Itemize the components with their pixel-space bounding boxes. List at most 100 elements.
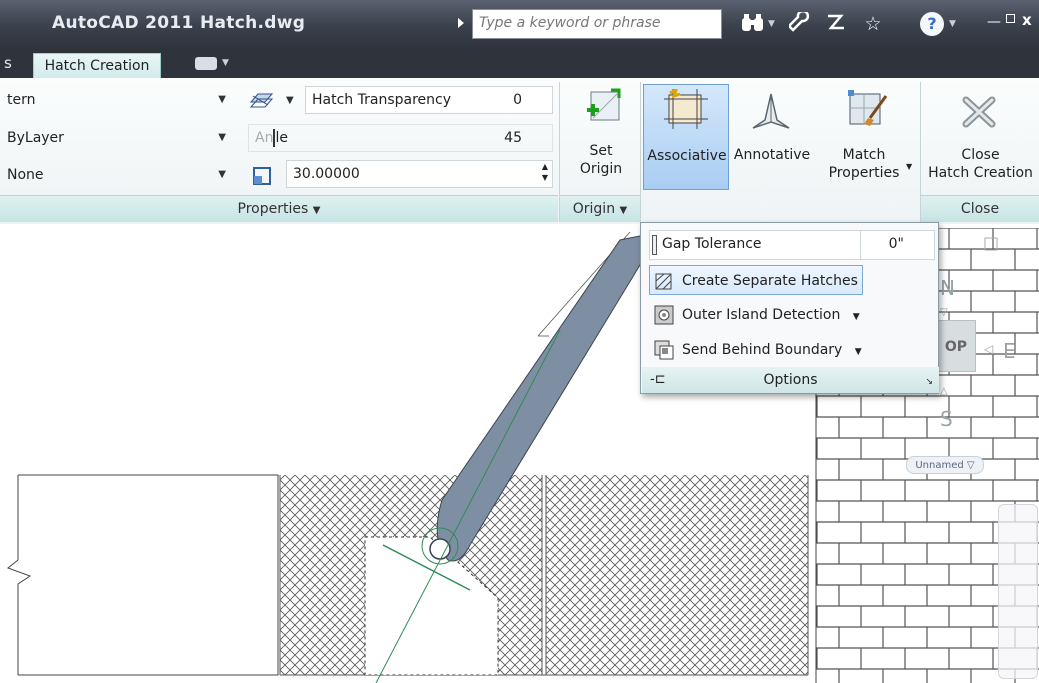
search-expand-icon[interactable]: [458, 18, 464, 28]
angle-label-end: le: [275, 130, 288, 146]
properties-panel-label[interactable]: Properties ▼: [0, 195, 558, 222]
hatch-color-combo[interactable]: ByLayer ▼: [0, 124, 235, 152]
search-input[interactable]: [473, 10, 725, 36]
hatch-transparency-icon[interactable]: [248, 88, 274, 112]
outer-island-detection-button[interactable]: Outer Island Detection ▼: [649, 300, 929, 330]
viewcube-south-arrow-icon[interactable]: △: [940, 386, 948, 397]
panel-divider: [640, 82, 641, 222]
draw-order-icon: [654, 340, 674, 360]
spinner-icon[interactable]: ▲ ▼: [542, 161, 548, 183]
annotative-icon: [751, 92, 791, 136]
origin-panel-label[interactable]: Origin ▼: [560, 195, 640, 222]
ucs-menu[interactable]: Unnamed ▽: [906, 456, 984, 474]
hatch-scale-field[interactable]: 30.00000 ▲ ▼: [286, 160, 553, 188]
maximize-icon[interactable]: [1006, 14, 1015, 23]
send-behind-boundary-label: Send Behind Boundary: [682, 342, 843, 358]
close-label-1: Close: [961, 147, 1000, 163]
viewcube-south[interactable]: S: [940, 407, 953, 431]
hatch-angle-value: 45: [504, 130, 522, 146]
origin-panel-title: Origin: [572, 201, 616, 217]
slider-handle[interactable]: [652, 235, 657, 255]
dialog-launcher-icon[interactable]: ↘: [925, 369, 933, 395]
chevron-down-icon: ▼: [619, 205, 628, 216]
gap-tolerance-value: 0": [888, 236, 904, 252]
viewcube-west-arrow-icon[interactable]: ◁: [984, 342, 993, 356]
set-origin-button[interactable]: Set Origin: [566, 84, 636, 190]
search-options-dropdown-icon[interactable]: ▼: [768, 19, 775, 29]
separate-hatches-icon: [654, 271, 674, 291]
background-color-value: None: [7, 167, 44, 183]
chevron-down-icon: ▼: [852, 312, 860, 322]
associative-button[interactable]: Associative: [643, 84, 729, 190]
set-origin-icon: [583, 88, 621, 124]
viewcube-north[interactable]: N: [940, 276, 955, 300]
ucs-menu-label: Unnamed: [915, 460, 964, 471]
chevron-down-icon: ▼: [218, 94, 226, 105]
set-origin-label-2: Origin: [579, 161, 623, 177]
hatch-scale-icon: [252, 162, 276, 186]
match-properties-icon: [844, 88, 890, 136]
panel-toggle-dropdown-icon[interactable]: ▼: [222, 58, 229, 68]
hatch-angle-field[interactable]: An le 45: [248, 124, 553, 152]
annotative-button[interactable]: Annotative: [731, 84, 813, 190]
match-properties-label-1: Match: [842, 147, 886, 163]
hatch-transparency-field[interactable]: Hatch Transparency 0: [305, 86, 553, 114]
chevron-down-icon: ▽: [966, 460, 975, 471]
tab-hatch-creation[interactable]: Hatch Creation: [33, 53, 161, 80]
app-title: AutoCAD 2011: [52, 13, 194, 33]
hatch-transparency-label: Hatch Transparency: [312, 92, 451, 108]
viewcube-top-face[interactable]: OP: [936, 320, 976, 372]
chevron-down-icon: ▼: [218, 169, 226, 180]
options-footer-label: Options: [763, 372, 818, 388]
transparency-dropdown-icon[interactable]: ▼: [286, 95, 294, 106]
background-color-combo[interactable]: None ▼: [0, 161, 235, 189]
gap-tolerance-label: Gap Tolerance: [662, 236, 762, 252]
associative-icon: [664, 87, 708, 133]
viewcube-north-arrow-icon[interactable]: ▽: [940, 307, 948, 318]
satellite-icon[interactable]: [823, 12, 849, 36]
gap-tolerance-field[interactable]: Gap Tolerance 0": [649, 230, 935, 260]
chevron-down-icon: ▼: [312, 205, 321, 216]
angle-label-start: An: [255, 130, 274, 146]
star-icon[interactable]: ☆: [860, 12, 886, 36]
close-label-2: Hatch Creation: [928, 165, 1033, 181]
close-panel-title: Close: [960, 201, 1000, 217]
binoculars-icon[interactable]: [740, 12, 766, 36]
options-expanded-panel: Gap Tolerance 0" Create Separate Hatches…: [640, 222, 939, 394]
close-x-icon: [962, 94, 998, 134]
annotative-label: Annotative: [733, 147, 811, 163]
chevron-down-icon: ▼: [218, 132, 226, 143]
search-box[interactable]: [472, 9, 725, 39]
outer-island-detection-label: Outer Island Detection: [682, 307, 841, 323]
help-dropdown-icon[interactable]: ▼: [949, 19, 956, 29]
wrench-icon[interactable]: [787, 9, 813, 36]
pattern-combo-value: tern: [7, 92, 36, 108]
create-separate-hatches-label: Create Separate Hatches: [682, 273, 858, 289]
chevron-down-icon: ▼: [854, 347, 862, 357]
close-panel-label: Close: [921, 195, 1039, 222]
panel-toggle-icon[interactable]: [195, 57, 217, 70]
associative-label: Associative: [647, 148, 727, 164]
island-detection-icon: [654, 305, 674, 325]
file-title: Hatch.dwg: [200, 13, 306, 33]
minimize-icon[interactable]: —: [987, 14, 1001, 30]
match-properties-button[interactable]: Match Properties ▼: [824, 84, 912, 190]
close-hatch-creation-button[interactable]: Close Hatch Creation: [922, 84, 1039, 190]
properties-panel-title: Properties: [237, 201, 309, 217]
pin-icon[interactable]: -⊏: [650, 367, 666, 393]
match-properties-dropdown-icon[interactable]: ▼: [906, 162, 912, 171]
close-window-icon[interactable]: x: [1022, 11, 1032, 29]
help-icon[interactable]: ?: [920, 12, 944, 36]
pattern-combo[interactable]: tern ▼: [0, 86, 235, 114]
hatch-transparency-value: 0: [513, 92, 522, 108]
viewcube-east[interactable]: E: [1003, 339, 1016, 363]
tab-previous[interactable]: s: [4, 54, 12, 72]
set-origin-label-1: Set: [589, 143, 613, 159]
match-properties-label-2: Properties: [828, 165, 900, 181]
hatch-scale-value: 30.00000: [293, 166, 360, 182]
options-panel-footer: -⊏ Options ↘: [642, 367, 939, 393]
create-separate-hatches-button[interactable]: Create Separate Hatches: [649, 265, 863, 295]
navigation-bar[interactable]: [998, 504, 1038, 679]
send-behind-boundary-button[interactable]: Send Behind Boundary ▼: [649, 335, 929, 365]
field-divider: [860, 231, 861, 259]
